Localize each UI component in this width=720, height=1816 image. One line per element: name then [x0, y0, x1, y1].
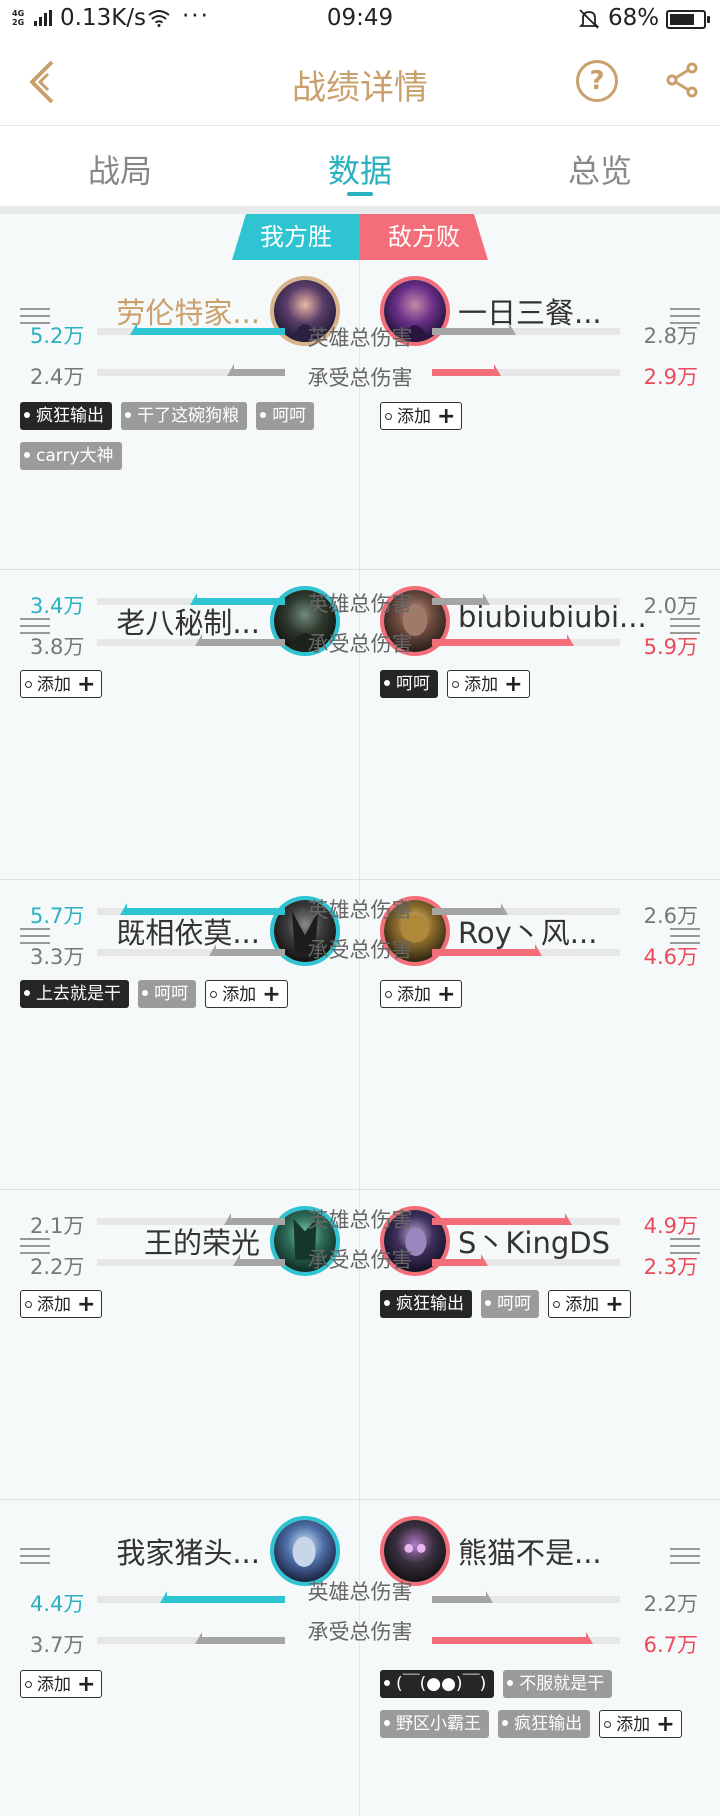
plus-icon: + [77, 1672, 96, 1697]
status-bar: 4G 2G 0.13K/s ··· 09:49 68% [0, 0, 720, 38]
player-tag[interactable]: 上去就是干 [20, 980, 129, 1008]
damage-taken-bar [432, 944, 620, 956]
player-row: 既相依莫... Roy丶风... 5.7万 英雄总伤害 2.6万 3.3万 承受… [0, 880, 720, 1190]
tag-list: 疯狂输出 呵呵 添加 + [380, 1290, 720, 1330]
player-tag[interactable]: 呵呵 [256, 402, 315, 430]
battery-icon [666, 10, 710, 29]
hero-damage-bar [432, 903, 620, 915]
add-tag-label: 添加 [222, 985, 257, 1005]
hero-damage-value: 2.0万 [643, 594, 698, 618]
damage-taken-label: 承受总伤害 [307, 366, 413, 390]
add-tag-button[interactable]: 添加 + [380, 402, 463, 430]
tag-list: 上去就是干 呵呵 添加 + [20, 980, 360, 1020]
player-tag[interactable]: 疯狂输出 [20, 402, 112, 430]
our-team-result-badge: 我方胜 [232, 214, 360, 260]
add-tag-button[interactable]: 添加 + [548, 1290, 631, 1318]
add-tag-label: 添加 [397, 407, 431, 427]
drag-handle-icon[interactable] [20, 1548, 50, 1566]
app-header: 战绩详情 ? [0, 38, 720, 126]
battery-percent: 68% [608, 5, 660, 31]
player-name[interactable]: 熊猫不是... [458, 1530, 602, 1572]
player-tag[interactable]: 疯狂输出 [498, 1710, 591, 1738]
add-tag-label: 添加 [37, 675, 71, 695]
player-row: 老八秘制... biubiubiubi... 3.4万 英雄总伤害 2.0万 3… [0, 570, 720, 880]
mute-bell-icon [578, 9, 600, 29]
add-tag-button[interactable]: 添加 + [20, 1290, 103, 1318]
add-tag-button[interactable]: 添加 + [205, 980, 288, 1008]
damage-taken-value: 2.9万 [643, 365, 698, 389]
plus-icon: + [77, 672, 96, 697]
plus-icon: + [605, 1292, 624, 1317]
help-icon[interactable]: ? [576, 60, 618, 102]
drag-handle-icon[interactable] [670, 1548, 700, 1566]
damage-taken-value: 5.9万 [643, 635, 698, 659]
tab-data[interactable]: 数据 [280, 146, 440, 192]
plus-icon: + [504, 672, 523, 697]
add-tag-label: 添加 [464, 675, 499, 695]
plus-icon: + [437, 982, 456, 1007]
player-tag[interactable]: 干了这碗狗粮 [121, 402, 248, 430]
tag-list: 添加 + [20, 1670, 360, 1710]
damage-taken-value: 2.3万 [643, 1255, 698, 1279]
player-tag[interactable]: 呵呵 [380, 670, 438, 698]
player-row: 我家猪头... 熊猫不是... 4.4万 英雄总伤害 2.2万 3.7万 承受总… [0, 1500, 720, 1816]
tab-bar: 战局 数据 总览 [0, 126, 720, 206]
player-tag[interactable]: 呵呵 [481, 1290, 540, 1318]
tag-list: 添加 + [380, 402, 720, 442]
add-tag-label: 添加 [37, 1675, 71, 1695]
player-tag[interactable]: 野区小霸王 [380, 1710, 489, 1738]
enemy-team-result-badge: 敌方败 [360, 214, 488, 260]
add-tag-label: 添加 [565, 1295, 600, 1315]
player-row: 劳伦特家... 一日三餐... 5.2万 英雄总伤害 2.8万 2.4万 承受总… [0, 260, 720, 570]
tag-list: (￣(●●)￣) 不服就是干 野区小霸王 疯狂输出 添加 + [380, 1670, 720, 1750]
damage-taken-value: 4.6万 [643, 945, 698, 969]
player-tag[interactable]: 疯狂输出 [380, 1290, 472, 1318]
tag-list: 添加 + [380, 980, 720, 1020]
tag-list: 添加 + [20, 1290, 360, 1330]
active-tab-indicator [347, 192, 373, 196]
player-row: 王的荣光 S丶KingDS 2.1万 英雄总伤害 4.9万 2.2万 承受总伤害… [0, 1190, 720, 1500]
add-tag-button[interactable]: 添加 + [20, 1670, 103, 1698]
damage-taken-bar [432, 1632, 620, 1644]
damage-taken-bar [432, 634, 620, 646]
plus-icon: + [437, 404, 456, 429]
hero-damage-bar [432, 1213, 620, 1225]
player-tag[interactable]: (￣(●●)￣) [380, 1670, 495, 1698]
plus-icon: + [262, 982, 281, 1007]
hero-damage-bar [432, 1591, 620, 1603]
player-tag[interactable]: carry大神 [20, 442, 122, 470]
tab-overview[interactable]: 总览 [520, 146, 680, 192]
plus-icon: + [77, 1292, 96, 1317]
player-tag[interactable]: 不服就是干 [503, 1670, 613, 1698]
hero-damage-value: 4.9万 [643, 1214, 698, 1238]
player-name[interactable]: 我家猪头... [116, 1530, 260, 1572]
add-tag-label: 添加 [616, 1715, 651, 1735]
damage-taken-value: 6.7万 [643, 1633, 698, 1657]
add-tag-label: 添加 [397, 985, 431, 1005]
hero-damage-bar [432, 323, 620, 335]
add-tag-label: 添加 [37, 1295, 71, 1315]
add-tag-button[interactable]: 添加 + [380, 980, 463, 1008]
player-tag[interactable]: 呵呵 [138, 980, 197, 1008]
add-tag-button[interactable]: 添加 + [447, 670, 530, 698]
plus-icon: + [656, 1712, 675, 1737]
hero-damage-value: 2.8万 [643, 324, 698, 348]
tag-list: 呵呵 添加 + [380, 670, 720, 710]
tag-list: 疯狂输出 干了这碗狗粮 呵呵 carry大神 [20, 402, 360, 482]
tab-battle[interactable]: 战局 [40, 146, 200, 192]
add-tag-button[interactable]: 添加 + [20, 670, 103, 698]
divider [0, 206, 720, 214]
hero-damage-bar [432, 593, 620, 605]
add-tag-button[interactable]: 添加 + [599, 1710, 682, 1738]
hero-damage-value: 2.2万 [643, 1592, 698, 1616]
damage-taken-bar [432, 1254, 620, 1266]
share-icon[interactable] [664, 62, 700, 98]
tag-list: 添加 + [20, 670, 360, 710]
hero-damage-label: 英雄总伤害 [307, 326, 413, 350]
hero-damage-value: 2.6万 [643, 904, 698, 928]
damage-taken-bar [432, 364, 620, 376]
